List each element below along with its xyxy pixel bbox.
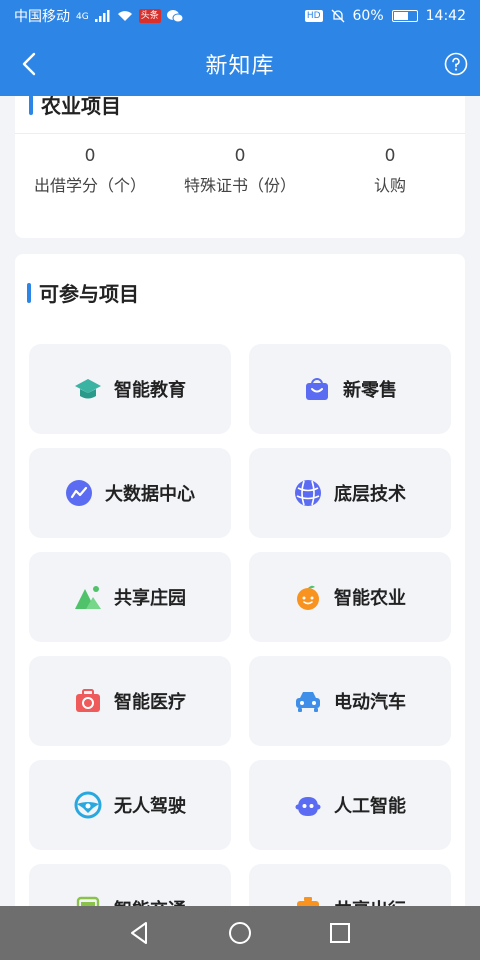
wechat-icon	[166, 10, 183, 23]
tile-label: 新零售	[343, 380, 397, 401]
project-tile-artificial-intelligence[interactable]: 人工智能	[249, 760, 451, 850]
section-title: 可参与项目	[39, 282, 139, 306]
home-circle-icon[interactable]	[226, 919, 254, 947]
stat-label: 认购	[373, 176, 406, 195]
tile-label: 智能交通	[114, 896, 186, 906]
tile-label: 人工智能	[334, 796, 406, 817]
wifi-icon	[117, 11, 132, 21]
tile-label: 共享出行	[334, 896, 406, 906]
trend-chart-icon	[66, 480, 92, 506]
back-triangle-icon[interactable]	[126, 919, 154, 947]
stats-row: 0 出借学分（个） 0 特殊证书（份） 0 认购	[15, 146, 465, 196]
tile-label: 智能农业	[334, 588, 406, 609]
medical-kit-icon	[76, 689, 100, 712]
project-tile-smart-education[interactable]: 智能教育	[29, 344, 231, 434]
signal-icon	[94, 10, 110, 22]
stat-value: 0	[384, 146, 396, 166]
tile-label: 无人驾驶	[114, 796, 186, 817]
help-icon[interactable]	[444, 52, 468, 76]
tile-label: 底层技术	[334, 484, 406, 505]
stat-subscriptions[interactable]: 0 认购	[315, 146, 465, 196]
tile-label: 智能教育	[114, 380, 186, 401]
bus-icon	[76, 896, 100, 906]
tile-label: 智能医疗	[114, 692, 186, 713]
section-title: 农业项目	[41, 96, 121, 118]
tile-label: 共享庄园	[114, 588, 186, 609]
battery-percent: 60%	[352, 8, 384, 24]
globe-icon	[295, 480, 321, 506]
projects-card: 可参与项目 智能教育 新零售 大数据中心 底层技术 共享庄园 智能农业 智能医疗…	[15, 254, 465, 906]
section-accent-bar	[27, 282, 31, 303]
clock: 14:42	[425, 8, 466, 24]
section-header: 农业项目	[29, 96, 121, 119]
project-tile-base-technology[interactable]: 底层技术	[249, 448, 451, 538]
stat-value: 0	[234, 146, 246, 166]
section-header: 可参与项目	[27, 278, 139, 307]
status-bar: 中国移动 4G 头条 HD 60% 14:42	[0, 0, 480, 32]
project-tile-smart-medical[interactable]: 智能医疗	[29, 656, 231, 746]
back-arrow-icon[interactable]	[16, 50, 44, 78]
stat-credits[interactable]: 0 出借学分（个）	[15, 146, 165, 196]
page-title: 新知库	[205, 54, 275, 79]
stat-value: 0	[84, 146, 96, 166]
news-app-icon: 头条	[138, 9, 161, 23]
carrier-name: 中国移动	[14, 9, 70, 25]
section-accent-bar	[29, 96, 33, 115]
orange-fruit-icon	[297, 585, 319, 610]
car-icon	[296, 692, 320, 712]
project-tile-shared-travel[interactable]: 共享出行	[249, 864, 451, 906]
project-tile-smart-agriculture[interactable]: 智能农业	[249, 552, 451, 642]
content-scroll[interactable]: 农业项目 0 出借学分（个） 0 特殊证书（份） 0 认购 可参与项目 智能教育…	[0, 96, 480, 906]
project-tile-electric-vehicle[interactable]: 电动汽车	[249, 656, 451, 746]
project-tile-new-retail[interactable]: 新零售	[249, 344, 451, 434]
taxi-icon	[297, 897, 319, 906]
battery-icon	[391, 10, 418, 22]
mountain-icon	[75, 586, 101, 609]
agriculture-card: 农业项目 0 出借学分（个） 0 特殊证书（份） 0 认购	[15, 96, 465, 238]
nav-bar: 新知库	[0, 32, 480, 96]
project-tile-smart-transport[interactable]: 智能交通	[29, 864, 231, 906]
divider	[15, 133, 465, 134]
robot-face-icon	[295, 797, 321, 816]
project-tile-big-data-center[interactable]: 大数据中心	[29, 448, 231, 538]
tile-label: 电动汽车	[334, 692, 406, 713]
tile-label: 大数据中心	[105, 484, 195, 505]
project-tile-autonomous-driving[interactable]: 无人驾驶	[29, 760, 231, 850]
stat-label: 特殊证书（份）	[183, 176, 296, 195]
hd-badge: HD	[304, 10, 323, 22]
recents-square-icon[interactable]	[326, 919, 354, 947]
shopping-bag-icon	[306, 378, 328, 400]
network-type: 4G	[76, 12, 89, 22]
steering-wheel-icon	[74, 791, 102, 819]
stat-label: 出借学分（个）	[33, 176, 146, 195]
project-tile-shared-manor[interactable]: 共享庄园	[29, 552, 231, 642]
mute-bell-icon	[331, 9, 344, 23]
graduation-cap-icon	[75, 379, 101, 399]
stat-certificates[interactable]: 0 特殊证书（份）	[165, 146, 315, 196]
system-nav-bar	[0, 906, 480, 960]
